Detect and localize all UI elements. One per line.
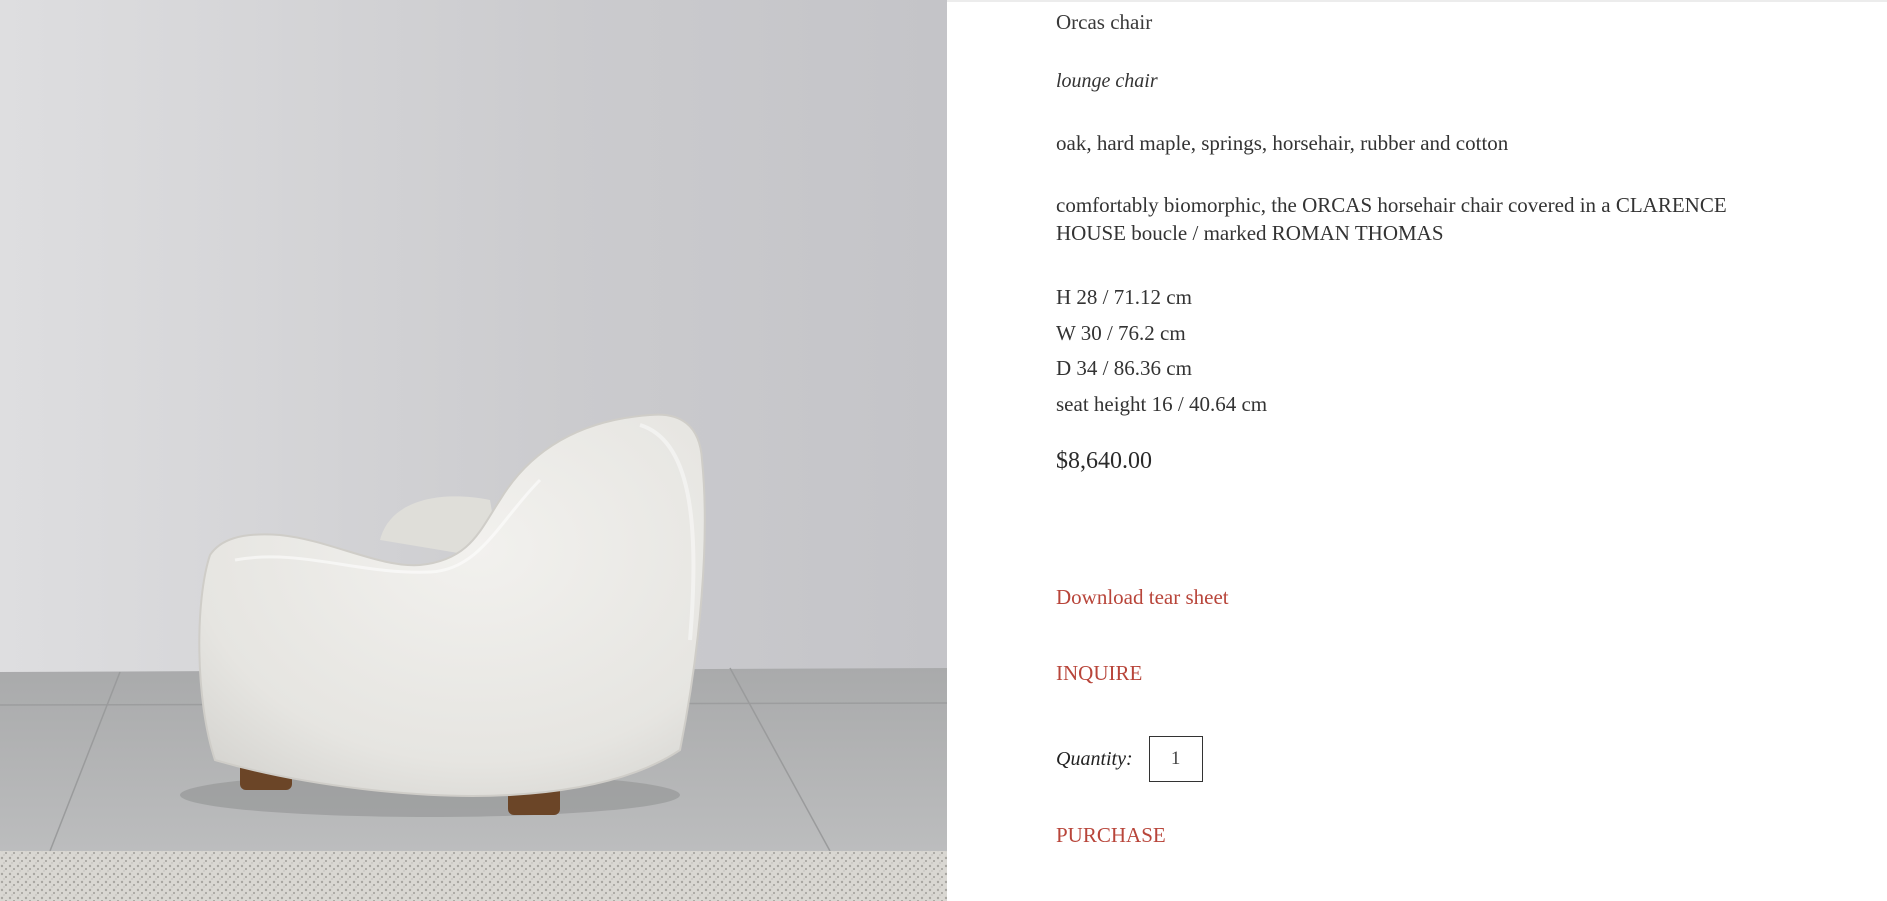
- product-page: Orcas chair lounge chair oak, hard maple…: [0, 0, 1887, 901]
- quantity-input[interactable]: [1148, 736, 1203, 782]
- quantity-control: Quantity:: [1056, 736, 1203, 782]
- quantity-label: Quantity:: [1056, 747, 1133, 770]
- download-tear-sheet-link[interactable]: Download tear sheet: [1056, 585, 1229, 610]
- product-materials: oak, hard maple, springs, horsehair, rub…: [1056, 131, 1509, 155]
- product-price: $8,640.00: [1056, 448, 1152, 474]
- dimension-seat-height: seat height 16 / 40.64 cm: [1056, 391, 1268, 416]
- dimension-width: W 30 / 76.2 cm: [1056, 320, 1186, 345]
- purchase-button[interactable]: PURCHASE: [1056, 823, 1166, 848]
- dimensions-list: H 28 / 71.12 cm W 30 / 76.2 cm D 34 / 86…: [1056, 280, 1267, 422]
- product-photo: [0, 0, 947, 901]
- product-title: Orcas chair: [1056, 10, 1153, 34]
- dimension-depth: D 34 / 86.36 cm: [1056, 356, 1192, 380]
- dimension-height: H 28 / 71.12 cm: [1056, 285, 1192, 309]
- product-type: lounge chair: [1056, 70, 1158, 92]
- product-description: comfortably biomorphic, the ORCAS horseh…: [1056, 193, 1727, 245]
- chair-image: [0, 0, 947, 901]
- inquire-link[interactable]: INQUIRE: [1056, 661, 1142, 686]
